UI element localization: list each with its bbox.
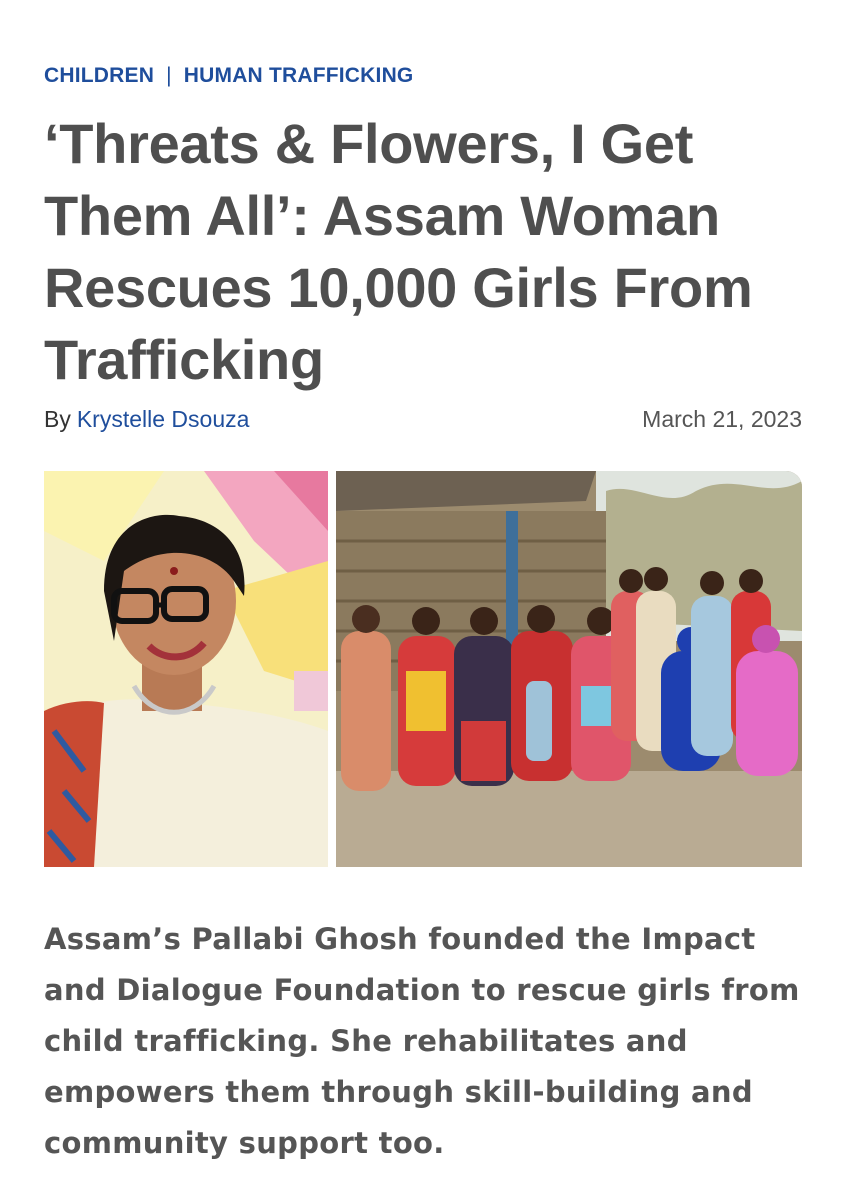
portrait-photo bbox=[44, 471, 328, 867]
article-image-collage bbox=[44, 471, 802, 867]
category-link-human-trafficking[interactable]: HUMAN TRAFFICKING bbox=[184, 64, 414, 88]
author-link[interactable]: Krystelle Dsouza bbox=[77, 406, 250, 432]
category-link-children[interactable]: CHILDREN bbox=[44, 64, 154, 88]
author-block: By Krystelle Dsouza bbox=[44, 406, 249, 433]
category-separator: | bbox=[166, 64, 172, 87]
group-photo bbox=[336, 471, 802, 867]
publish-date: March 21, 2023 bbox=[642, 406, 802, 432]
byline: By Krystelle Dsouza March 21, 2023 bbox=[44, 406, 802, 433]
by-label: By bbox=[44, 406, 71, 432]
category-breadcrumb: CHILDREN | HUMAN TRAFFICKING bbox=[44, 64, 413, 88]
article-summary: Assam’s Pallabi Ghosh founded the Impact… bbox=[44, 922, 800, 1160]
article-headline: ‘Threats & Flowers, I Get Them All’: Ass… bbox=[44, 112, 753, 391]
